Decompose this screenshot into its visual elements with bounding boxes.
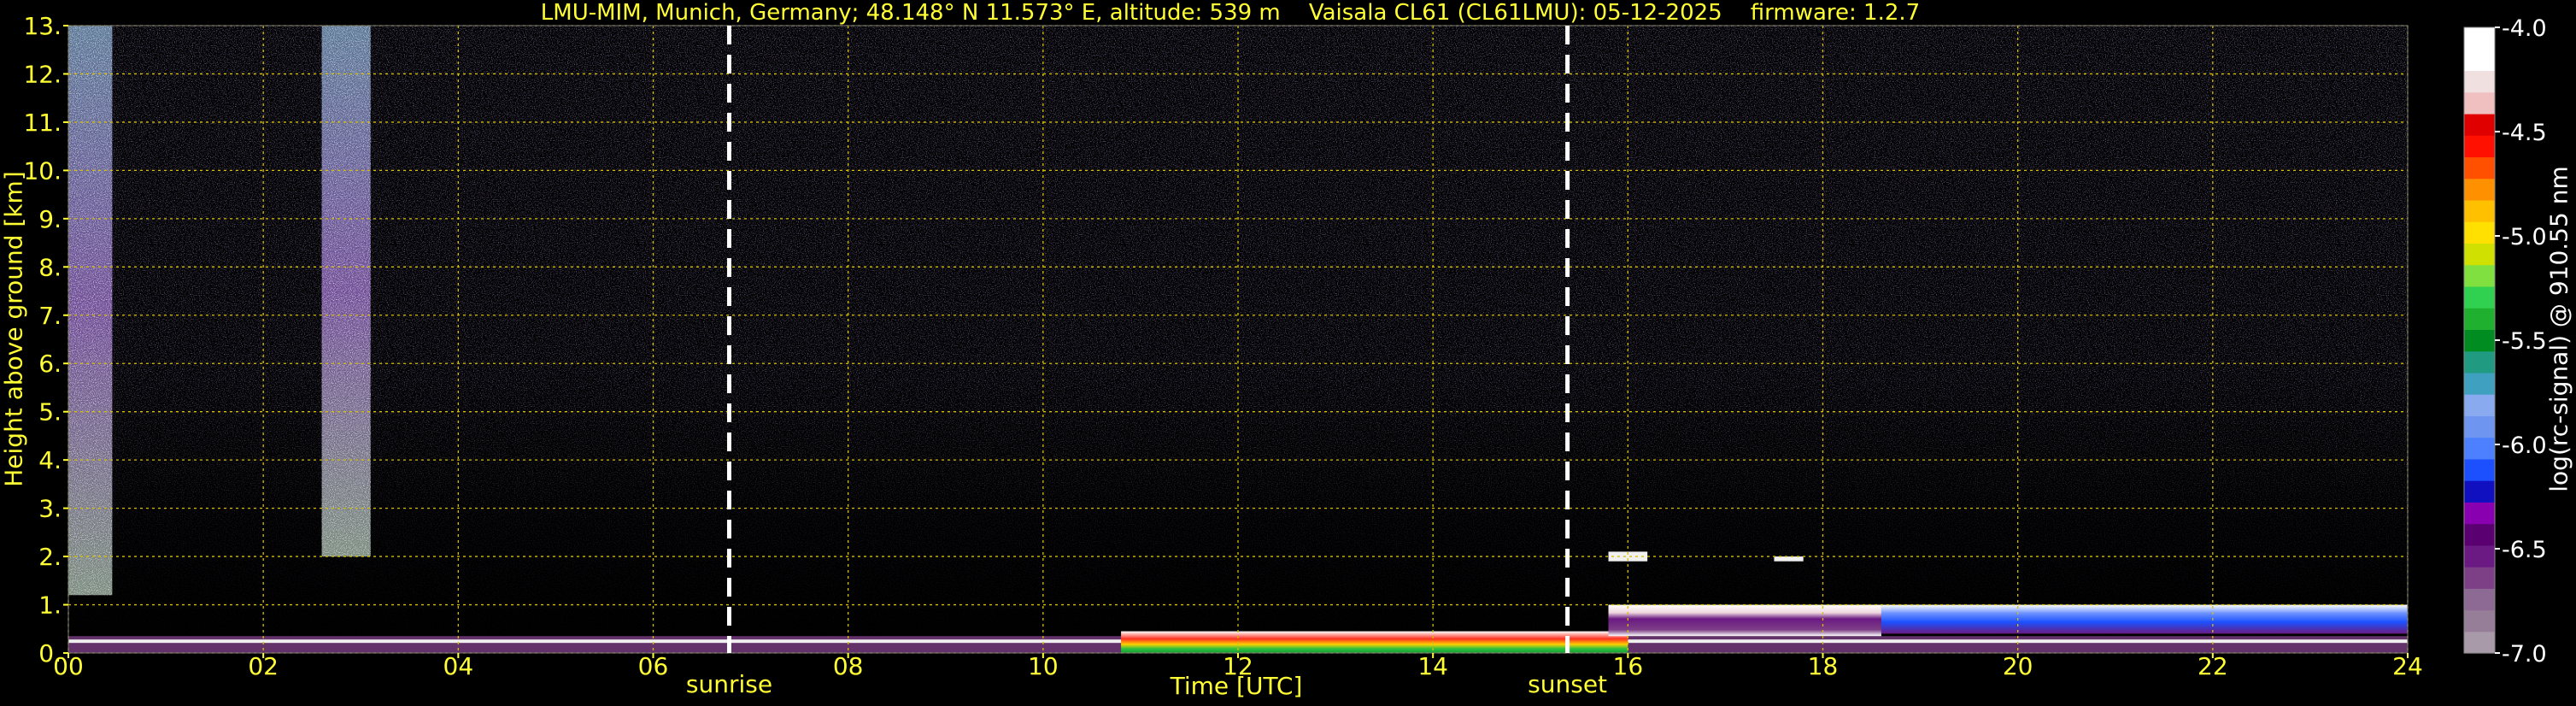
x-tick-label: 14	[1417, 652, 1448, 680]
colorbar-segment	[2464, 27, 2495, 50]
y-tick-label: 5.	[38, 398, 62, 427]
noise-column-texture-0	[68, 26, 113, 596]
colorbar-segment	[2464, 631, 2495, 654]
x-tick-label: 04	[443, 652, 474, 680]
x-tick-label: 20	[2003, 652, 2033, 680]
sunset-label: sunset	[1528, 670, 1607, 698]
x-tick-label: 16	[1613, 652, 1644, 680]
colorbar-segment	[2464, 415, 2495, 438]
colorbar-segment	[2464, 199, 2495, 222]
colorbar-tick-label: -6.0	[2502, 432, 2547, 459]
colorbar-segment	[2464, 350, 2495, 374]
colorbar-segment	[2464, 91, 2495, 115]
colorbar-segment	[2464, 49, 2495, 72]
colorbar-tick-label: -5.5	[2502, 328, 2547, 355]
colorbar-segment	[2464, 308, 2495, 330]
colorbar-segment	[2464, 243, 2495, 266]
colorbar-segment	[2464, 480, 2495, 503]
colorbar-segment	[2464, 156, 2495, 179]
cloud-layer-1	[1608, 604, 1881, 637]
y-tick-label: 7.	[38, 302, 62, 330]
y-tick-label: 11.	[23, 109, 62, 137]
x-axis-ticks: 00 02 04 06 08 10 12 14 16 18 20 22 24	[53, 652, 2423, 680]
colorbar-segment	[2464, 588, 2495, 611]
colorbar-segment	[2464, 135, 2495, 158]
colorbar: -7.0 -6.5 -6.0 -5.5 -5.0 -4.5 -4.0	[2463, 15, 2547, 668]
cloud-layer-0	[1121, 631, 1628, 653]
y-tick-label: 6.	[38, 350, 62, 378]
y-tick-label: 1.	[38, 591, 62, 620]
y-tick-label: 13.	[23, 12, 62, 40]
colorbar-segment	[2464, 178, 2495, 201]
colorbar-segment	[2464, 609, 2495, 632]
x-tick-label: 10	[1028, 652, 1059, 680]
colorbar-segment	[2464, 502, 2495, 525]
colorbar-segment	[2464, 437, 2495, 460]
colorbar-segment	[2464, 458, 2495, 481]
colorbar-segment	[2464, 394, 2495, 416]
colorbar-segment	[2464, 264, 2495, 287]
x-tick-label: 22	[2198, 652, 2228, 680]
x-tick-label: 18	[1808, 652, 1839, 680]
y-tick-label: 3.	[38, 495, 62, 523]
noise-column-texture-1	[321, 26, 371, 557]
x-tick-label: 12	[1223, 652, 1253, 680]
colorbar-segment	[2464, 372, 2495, 395]
ceilometer-plot: sunrise sunset 00 02 04 06 08 10 12 14 16 18 20 22 24…	[23, 12, 2547, 698]
colorbar-tick-label: -5.0	[2502, 224, 2547, 250]
y-tick-label: 4.	[38, 446, 62, 474]
x-tick-label: 02	[248, 652, 279, 680]
colorbar-tick-label: -6.5	[2502, 537, 2547, 563]
x-tick-label: 06	[638, 652, 669, 680]
y-tick-label: 0.	[38, 639, 62, 668]
x-tick-label: 08	[833, 652, 864, 680]
cloud-layer-2	[1881, 604, 2408, 634]
colorbar-segment	[2464, 70, 2495, 93]
sunrise-label: sunrise	[686, 670, 772, 698]
colorbar-segment	[2464, 523, 2495, 546]
cloud-layer-4	[1774, 556, 1804, 562]
colorbar-segment	[2464, 329, 2495, 352]
y-tick-label: 10.	[23, 156, 62, 185]
colorbar-segment	[2464, 113, 2495, 136]
y-tick-label: 9.	[38, 205, 62, 233]
y-tick-label: 8.	[38, 253, 62, 281]
y-tick-label: 2.	[38, 543, 62, 571]
colorbar-tick-label: -4.0	[2502, 15, 2547, 42]
colorbar-tick-label: -4.5	[2502, 120, 2547, 146]
y-tick-label: 12.	[23, 60, 62, 88]
colorbar-segment	[2464, 567, 2495, 589]
colorbar-segment	[2464, 285, 2495, 309]
x-tick-label: 24	[2392, 652, 2423, 680]
y-axis-ticks: 0. 1. 2. 3. 4. 5. 6. 7. 8. 9. 10. 11. 12. 13.	[23, 12, 68, 668]
colorbar-segment	[2464, 544, 2495, 568]
colorbar-tick-label: -7.0	[2502, 641, 2547, 668]
colorbar-segment	[2464, 221, 2495, 244]
